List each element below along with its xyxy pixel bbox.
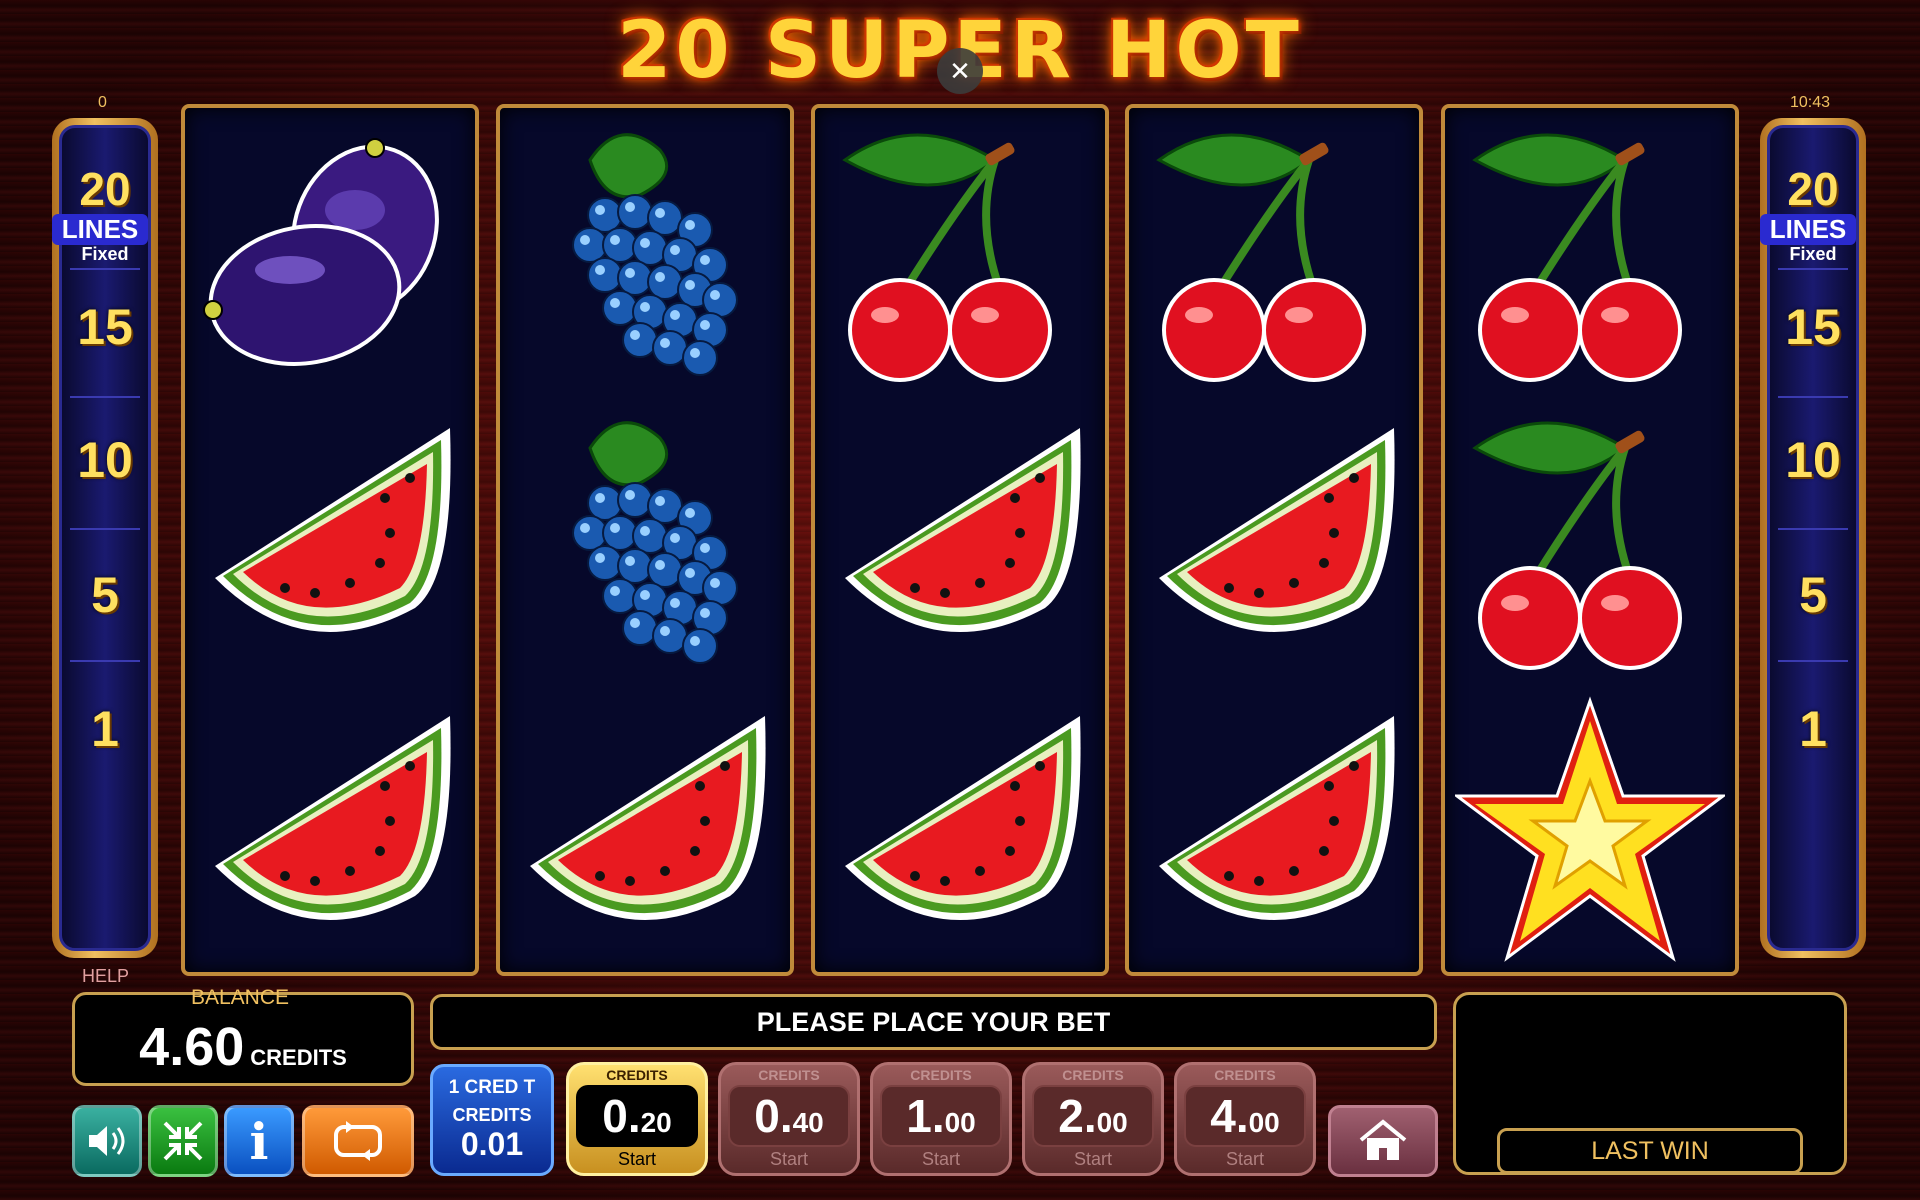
home-button[interactable] [1328, 1105, 1438, 1177]
balance-label: BALANCE [190, 986, 290, 1009]
bet-value: 1.00 [880, 1085, 1002, 1147]
balance-amount: 4.60 [139, 1017, 245, 1077]
lines-word: LINES [1760, 214, 1856, 245]
bet-button[interactable]: CREDITS 0.20 Start [566, 1062, 708, 1176]
line-marker-1: 1 [91, 701, 119, 757]
cherry-symbol [1445, 112, 1735, 398]
bet-value: 2.00 [1032, 1085, 1154, 1147]
watermelon-symbol [815, 400, 1105, 686]
bet-value: 4.00 [1184, 1085, 1306, 1147]
lines-fixed: Fixed [81, 244, 129, 264]
watermelon-symbol [815, 688, 1105, 974]
right-lines-panel: 20 LINES Fixed 15 10 5 1 [1760, 118, 1866, 958]
home-icon [1359, 1119, 1407, 1160]
line-marker-5: 5 [1799, 567, 1827, 623]
line-marker-15: 15 [1785, 299, 1841, 355]
reel-5 [1441, 104, 1739, 976]
lines-count: 20 [79, 163, 131, 215]
bet-start-label: Start [617, 1149, 656, 1169]
top-left-counter: 0 [98, 94, 107, 111]
autoplay-button[interactable] [302, 1105, 414, 1177]
bet-button[interactable]: CREDITS 0.40 Start [718, 1062, 860, 1176]
left-lines-panel: 20 LINES Fixed 15 10 5 1 [52, 118, 158, 958]
help-label[interactable]: HELP [82, 966, 129, 987]
bet-button[interactable]: CREDITS 2.00 Start [1022, 1062, 1164, 1176]
info-icon: i [249, 1111, 269, 1171]
watermelon-symbol [185, 400, 475, 686]
line-marker-10: 10 [1785, 432, 1841, 488]
line-marker-5: 5 [91, 567, 119, 623]
watermelon-symbol [1129, 400, 1419, 686]
bet-start-label: Start [769, 1149, 808, 1169]
info-button[interactable]: i [224, 1105, 294, 1177]
bet-button[interactable]: CREDITS 4.00 Start [1174, 1062, 1316, 1176]
bet-caption: CREDITS [758, 1067, 820, 1083]
line-marker-15: 15 [77, 299, 133, 355]
credit-value-selector[interactable]: 1 CRED T CREDITS 0.01 [430, 1064, 554, 1176]
bet-caption: CREDITS [1062, 1067, 1124, 1083]
bet-caption: CREDITS [1214, 1067, 1276, 1083]
watermelon-symbol [185, 688, 475, 974]
balance-unit: CREDITS [250, 1045, 347, 1070]
close-button[interactable]: ✕ [937, 48, 983, 94]
sound-button[interactable] [72, 1105, 142, 1177]
bet-button[interactable]: CREDITS 1.00 Start [870, 1062, 1012, 1176]
autoplay-icon [334, 1121, 382, 1161]
reel-2 [496, 104, 794, 976]
last-win-label: LAST WIN [1497, 1128, 1803, 1174]
balance-value: 4.60 CREDITS [72, 1016, 414, 1078]
bet-caption: CREDITS [910, 1067, 972, 1083]
credit-line2: CREDITS [452, 1105, 532, 1125]
bet-start-label: Start [1073, 1149, 1112, 1169]
grapes-symbol [500, 400, 790, 686]
cherry-symbol [1129, 112, 1419, 398]
grapes-symbol [500, 112, 790, 398]
watermelon-symbol [1129, 688, 1419, 974]
cherry-symbol [1445, 400, 1735, 686]
bet-caption: CREDITS [606, 1067, 668, 1083]
clock: 10:43 [1790, 94, 1831, 111]
credit-value: 0.01 [460, 1126, 524, 1162]
reel-4 [1125, 104, 1423, 976]
watermelon-symbol [500, 688, 790, 974]
fullscreen-button[interactable] [148, 1105, 218, 1177]
star-symbol [1445, 688, 1735, 974]
plum-symbol [185, 112, 475, 398]
bet-start-label: Start [1225, 1149, 1264, 1169]
bet-value: 0.40 [728, 1085, 850, 1147]
fullscreen-exit-icon [163, 1121, 203, 1161]
speaker-icon [89, 1126, 125, 1156]
message-bar: PLEASE PLACE YOUR BET [430, 994, 1437, 1050]
reel-1 [181, 104, 479, 976]
line-marker-1: 1 [1799, 701, 1827, 757]
line-marker-10: 10 [77, 432, 133, 488]
credit-line1: 1 CRED T [448, 1077, 536, 1098]
reel-3 [811, 104, 1109, 976]
lines-fixed: Fixed [1789, 244, 1837, 264]
lines-count: 20 [1787, 163, 1839, 215]
bet-start-label: Start [921, 1149, 960, 1169]
bet-value: 0.20 [576, 1085, 698, 1147]
lines-word: LINES [52, 214, 148, 245]
cherry-symbol [815, 112, 1105, 398]
